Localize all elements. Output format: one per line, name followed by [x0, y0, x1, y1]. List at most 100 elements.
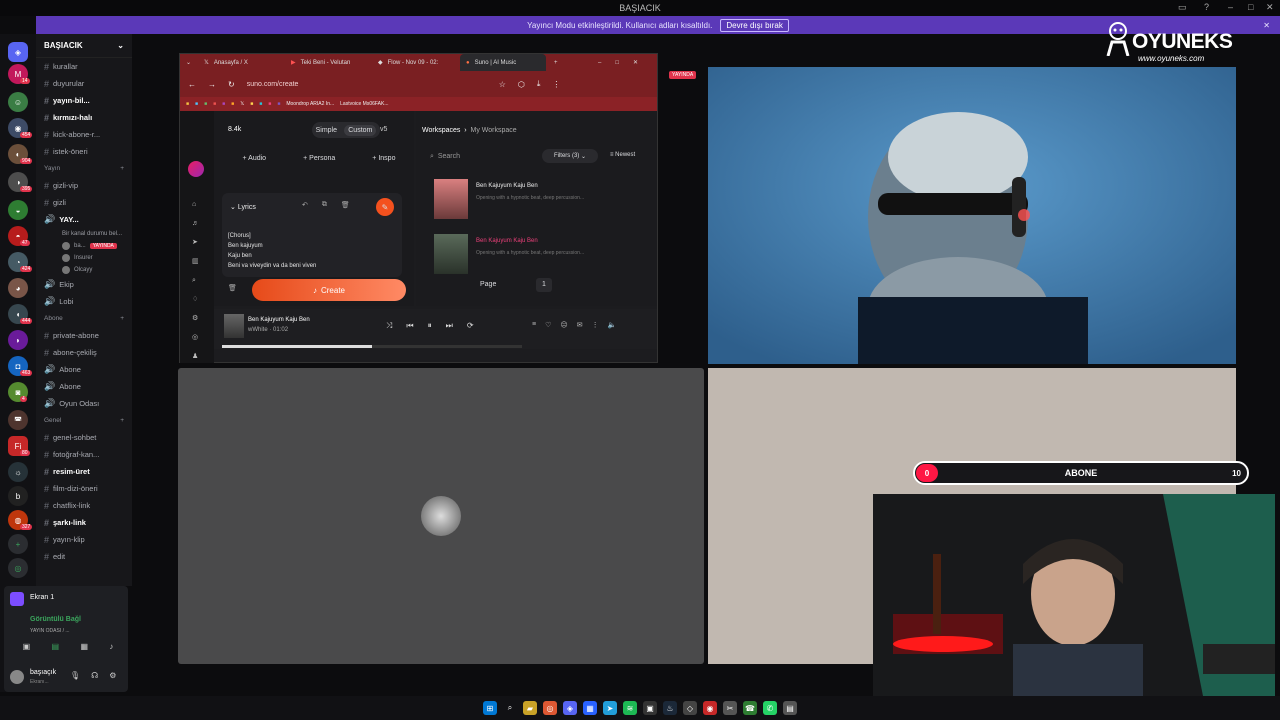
- maximize-icon[interactable]: □: [615, 60, 619, 66]
- disable-streamer-mode-button[interactable]: Devre dışı bırak: [720, 18, 789, 32]
- copy-icon[interactable]: ⧉: [322, 201, 327, 209]
- trash-icon[interactable]: 🗑: [341, 201, 350, 209]
- app-icon[interactable]: ◇: [683, 701, 697, 715]
- camera-icon[interactable]: ▣: [23, 642, 31, 656]
- channel-item[interactable]: # istek-öneri: [36, 143, 132, 160]
- add-audio-button[interactable]: + Audio: [243, 155, 267, 162]
- channel-item[interactable]: # gizli-vip: [36, 177, 132, 194]
- close-button[interactable]: ✕: [1266, 2, 1274, 13]
- channel-item[interactable]: # gizli: [36, 194, 132, 211]
- telegram-icon[interactable]: ➤: [603, 701, 617, 715]
- more-icon[interactable]: ⋮: [592, 321, 599, 329]
- voice-user[interactable]: Olcayy: [36, 264, 132, 276]
- activity-icon[interactable]: ▦: [80, 642, 88, 656]
- close-icon[interactable]: ✕: [633, 59, 638, 66]
- user-icon[interactable]: ♟: [192, 347, 199, 366]
- avatar[interactable]: [10, 670, 24, 684]
- channel-item[interactable]: # film-dizi-öneri: [36, 480, 132, 497]
- add-inspo-button[interactable]: + Inspo: [372, 155, 395, 162]
- song-cover[interactable]: [434, 234, 468, 274]
- server-icon[interactable]: ◚: [8, 410, 28, 430]
- browser-icon[interactable]: ◎: [543, 701, 557, 715]
- volume-icon[interactable]: 🔈: [608, 321, 617, 329]
- start-icon[interactable]: ⊞: [483, 701, 497, 715]
- tab-teki[interactable]: ▶ Teki Beni - Velutan: [285, 54, 371, 71]
- clear-icon[interactable]: 🗑: [228, 284, 237, 292]
- search-input[interactable]: ⌕ Search: [430, 153, 460, 161]
- discover-icon[interactable]: ◎: [8, 558, 28, 578]
- headphone-icon[interactable]: ☊: [91, 671, 98, 680]
- version-select[interactable]: v5: [380, 126, 387, 133]
- tab-suno[interactable]: ● Suno | AI Music: [460, 54, 546, 71]
- player-cover[interactable]: [224, 314, 244, 338]
- screen-icon[interactable]: ▤: [52, 642, 60, 656]
- mic-icon[interactable]: 🎙: [70, 671, 80, 680]
- home-button[interactable]: ◈: [8, 42, 28, 62]
- search-icon[interactable]: ⌕: [503, 701, 517, 715]
- song-cover[interactable]: [434, 179, 468, 219]
- channel-item[interactable]: # abone-çekiliş: [36, 344, 132, 361]
- settings-icon[interactable]: ⚙: [192, 309, 199, 328]
- discord-icon[interactable]: ◈: [563, 701, 577, 715]
- lyrics-label[interactable]: ⌄ Lyrics: [230, 203, 256, 211]
- steam-icon[interactable]: ♨: [663, 701, 677, 715]
- channel-item[interactable]: # private-abone: [36, 327, 132, 344]
- channel-item[interactable]: # chatflix-link: [36, 497, 132, 514]
- create-button[interactable]: ♪ Create: [252, 279, 406, 301]
- app-icon[interactable]: ▤: [783, 701, 797, 715]
- channel-item[interactable]: # kırmızı-halı: [36, 109, 132, 126]
- soundboard-icon[interactable]: ♪: [109, 642, 113, 656]
- app-icon[interactable]: ▣: [643, 701, 657, 715]
- channel-item[interactable]: # şarkı-link: [36, 514, 132, 531]
- channel-item[interactable]: # genel-sohbet: [36, 429, 132, 446]
- new-tab-button[interactable]: +: [548, 54, 564, 71]
- channel-item[interactable]: 🔊 Oyun Odası: [36, 395, 132, 412]
- channel-item[interactable]: 🔊 YAY...: [36, 211, 132, 228]
- bookmark-star-icon[interactable]: ☆: [499, 80, 506, 89]
- whatsapp-icon[interactable]: ✆: [763, 701, 777, 715]
- banner-close-icon[interactable]: ✕: [1263, 21, 1270, 30]
- maximize-button[interactable]: □: [1248, 2, 1253, 12]
- participant-avatar[interactable]: [421, 496, 461, 536]
- home-icon[interactable]: ⌂: [192, 195, 199, 214]
- app-icon[interactable]: ▦: [583, 701, 597, 715]
- server-icon[interactable]: b: [8, 486, 28, 506]
- participant-tile[interactable]: [178, 368, 704, 664]
- pause-icon[interactable]: ⏸: [428, 321, 432, 331]
- queue-icon[interactable]: ≡: [532, 321, 536, 329]
- previous-icon[interactable]: ⏮: [406, 321, 413, 331]
- channel-item[interactable]: # kurallar: [36, 58, 132, 75]
- like-icon[interactable]: ♡: [545, 321, 551, 329]
- channel-item[interactable]: # duyurular: [36, 75, 132, 92]
- shuffle-icon[interactable]: ⤨: [386, 321, 392, 331]
- capcut-icon[interactable]: ✂: [723, 701, 737, 715]
- tab-x[interactable]: 𝕏 Anasayfa / X: [198, 54, 284, 71]
- player-title[interactable]: Ben Kajuyum Kaju Ben: [248, 317, 310, 323]
- add-persona-button[interactable]: + Persona: [303, 155, 335, 162]
- server-icon[interactable]: ☺: [8, 92, 28, 112]
- tab-menu-icon[interactable]: ⌄: [180, 54, 197, 71]
- comment-icon[interactable]: ✉: [577, 321, 583, 329]
- progress-track[interactable]: [222, 345, 522, 348]
- add-server-icon[interactable]: +: [8, 534, 28, 554]
- spotify-icon[interactable]: ≋: [623, 701, 637, 715]
- back-icon[interactable]: ←: [188, 80, 196, 89]
- channel-item[interactable]: # resim-üret: [36, 463, 132, 480]
- page-number[interactable]: 1: [536, 278, 552, 292]
- server-icon[interactable]: ◒: [8, 200, 28, 220]
- bell-icon[interactable]: ♢: [192, 290, 199, 309]
- song-title[interactable]: Ben Kajuyum Kaju Ben: [476, 183, 538, 189]
- file-explorer-icon[interactable]: ▰: [523, 701, 537, 715]
- voice-user[interactable]: ba... YAYINDA: [36, 240, 132, 252]
- server-header[interactable]: BAŞIACIK ⌄: [36, 34, 132, 58]
- sort-select[interactable]: ≡ Newest: [610, 152, 635, 158]
- category-yayin[interactable]: Yayın +: [36, 160, 132, 177]
- channel-item[interactable]: 🔊 Ekip: [36, 276, 132, 293]
- mode-simple-button[interactable]: Simple: [316, 127, 337, 134]
- server-icon[interactable]: ◕: [8, 278, 28, 298]
- help-icon[interactable]: ?: [1204, 2, 1209, 12]
- reload-icon[interactable]: ↻: [228, 80, 235, 89]
- channel-item[interactable]: # edit: [36, 548, 132, 565]
- channel-item[interactable]: 🔊 Lobi: [36, 293, 132, 310]
- settings-icon[interactable]: ⚙: [109, 671, 116, 680]
